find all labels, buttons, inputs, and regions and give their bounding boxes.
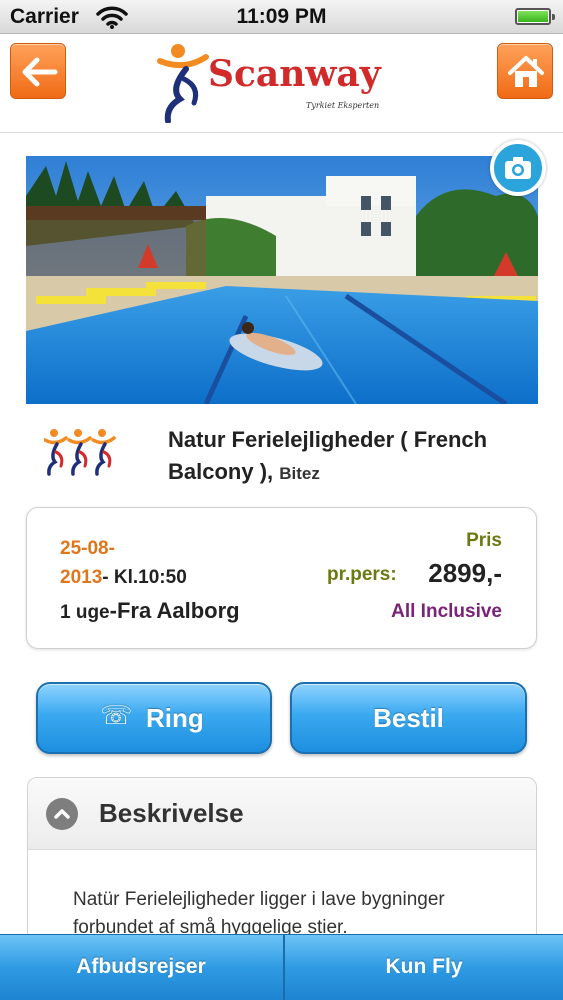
camera-icon	[505, 157, 531, 179]
battery-fill	[518, 11, 548, 22]
trip-duration: 1 uge-Fra Aalborg	[60, 598, 240, 624]
status-time: 11:09 PM	[236, 5, 327, 28]
phone-icon: ☏	[100, 700, 133, 730]
battery-icon	[515, 8, 555, 25]
departure-airport: -Fra Aalborg	[109, 598, 240, 623]
departure-date-line1: 25-08-	[60, 538, 115, 559]
hotel-name: Natur Ferielejligheder ( French Balcony …	[168, 427, 488, 484]
logo-text: Scanway	[208, 53, 381, 95]
tab-afbudsrejser[interactable]: Afbudsrejser	[0, 935, 282, 1000]
rating-figures-icon	[43, 429, 116, 476]
status-bar: Carrier 11:09 PM	[0, 0, 563, 34]
scanway-logo: Scanway Tyrkiet Eksperten	[156, 41, 416, 123]
duration-value: 1 uge	[60, 602, 110, 623]
rating-figure-1	[43, 429, 68, 476]
rating-figure-2	[67, 429, 92, 476]
tab-kun-fly[interactable]: Kun Fly	[283, 935, 563, 1000]
camera-button[interactable]	[490, 140, 546, 196]
departure-date-line2: 2013	[60, 567, 103, 588]
hotel-photo-image	[26, 156, 538, 404]
hotel-photo[interactable]	[26, 156, 538, 404]
hotel-name-separator: ,	[267, 459, 280, 484]
departure-date: 25-08- 2013- Kl.10:50	[60, 534, 260, 592]
back-button[interactable]	[10, 43, 66, 99]
bestil-button[interactable]: Bestil	[290, 682, 527, 754]
logo-subtitle: Tyrkiet Eksperten	[306, 101, 380, 110]
home-icon	[508, 56, 544, 87]
board-type: All Inclusive	[391, 601, 502, 622]
rating-figure-3	[91, 429, 116, 476]
arrow-left-icon	[22, 57, 58, 87]
hotel-title: Natur Ferielejligheder ( French Balcony …	[168, 424, 538, 490]
description-header[interactable]: Beskrivelse	[28, 778, 536, 850]
description-title: Beskrivelse	[99, 798, 244, 828]
hotel-city: Bitez	[279, 464, 320, 483]
bottom-tab-bar: Afbudsrejser Kun Fly	[0, 934, 563, 1000]
bestil-label: Bestil	[373, 703, 444, 733]
hotel-rating	[43, 426, 120, 476]
logo-figure-icon	[157, 44, 209, 123]
trip-info-card: 25-08- 2013- Kl.10:50 1 uge-Fra Aalborg …	[26, 507, 537, 649]
per-person-label: pr.pers:	[327, 564, 397, 585]
ring-label: Ring	[146, 703, 204, 733]
departure-time: - Kl.10:50	[102, 567, 187, 588]
price-value: 2899,-	[428, 558, 502, 588]
app-header: Scanway Tyrkiet Eksperten	[0, 35, 563, 133]
price-label: Pris	[466, 530, 502, 551]
chevron-up-icon[interactable]	[46, 798, 78, 830]
home-button[interactable]	[497, 43, 553, 99]
ring-button[interactable]: ☏ Ring	[36, 682, 272, 754]
